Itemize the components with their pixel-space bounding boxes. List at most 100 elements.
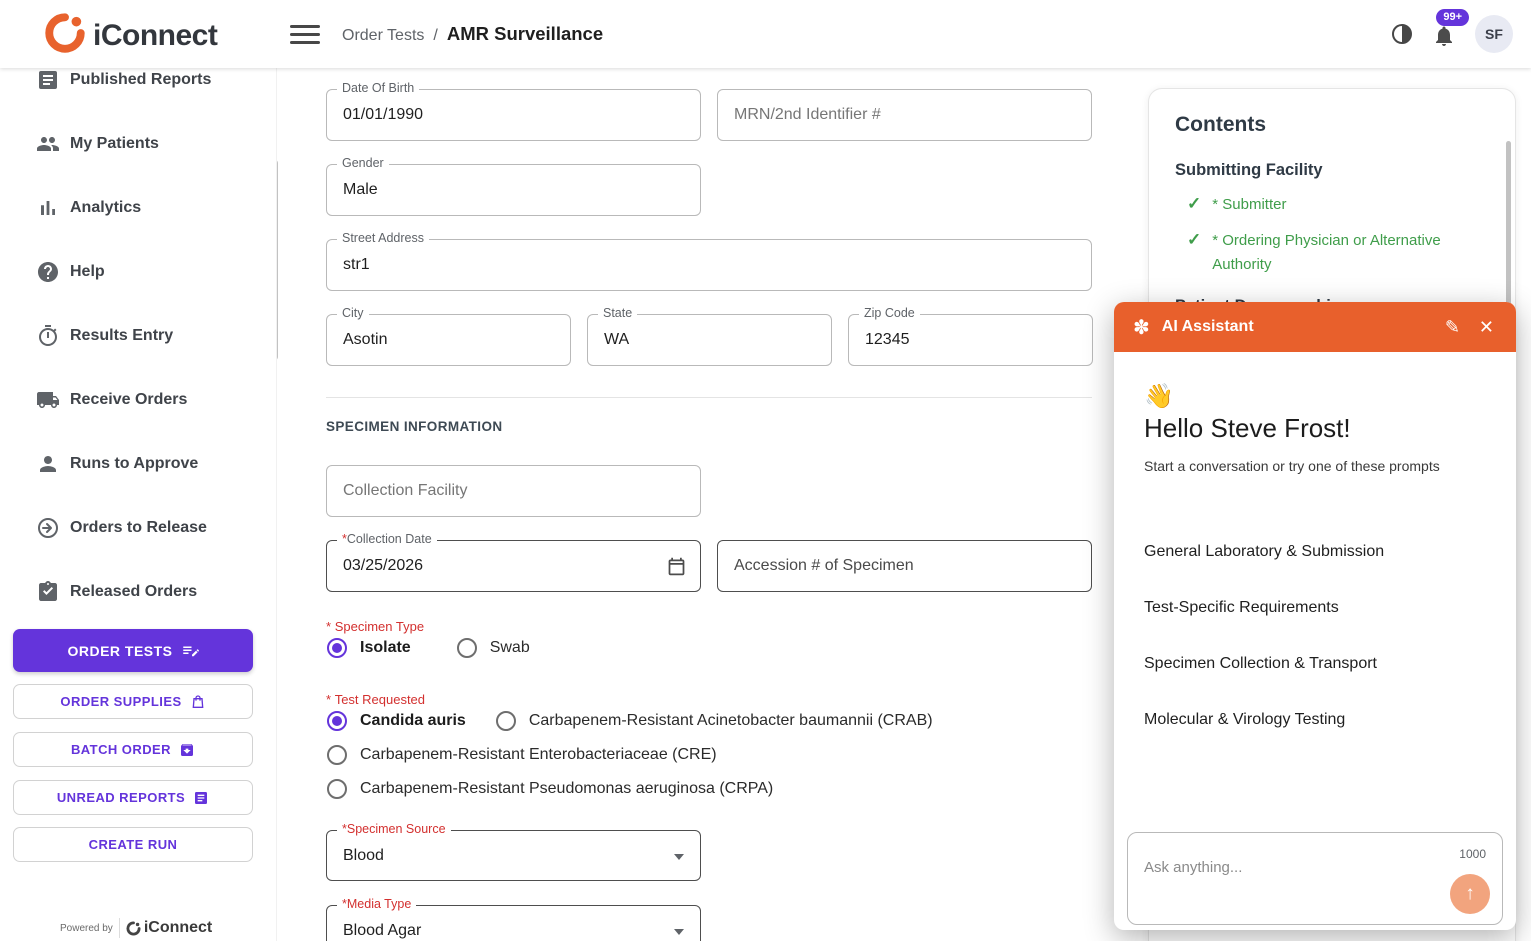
ai-chat-input[interactable]: 1000 Ask anything... ↑ [1127,832,1503,925]
ai-subtitle: Start a conversation or try one of these… [1144,458,1440,474]
gender-label: Gender [337,156,389,170]
person-icon [36,452,60,476]
chevron-down-icon [674,929,684,935]
media-type-value: Blood Agar [343,922,421,940]
radio-unselected-icon [327,779,347,799]
date-of-birth-field[interactable]: Date Of Birth 01/01/1990 [326,89,701,141]
check-icon: ✓ [1187,229,1201,251]
street-address-field[interactable]: Street Address str1 [326,239,1092,291]
ai-send-button[interactable]: ↑ [1450,874,1490,914]
test-requested-group-label: * Test Requested [326,692,425,707]
app-logo-text: iConnect [93,19,217,53]
accession-number-placeholder: Accession # of Specimen [734,557,914,575]
collection-date-field[interactable]: *Collection Date 03/25/2026 [326,540,701,592]
breadcrumb-parent[interactable]: Order Tests [342,27,424,45]
sidebar-item-analytics[interactable]: Analytics [0,176,276,240]
ai-prompt-test-specific[interactable]: Test-Specific Requirements [1144,599,1339,617]
sidebar-item-results-entry[interactable]: Results Entry [0,304,276,368]
radio-label: Candida auris [360,712,466,730]
collection-facility-field[interactable]: Collection Facility [326,465,701,517]
footer-divider [119,918,120,938]
order-supplies-label: ORDER SUPPLIES [60,694,181,709]
city-value: Asotin [343,331,387,349]
footer-logo-text: iConnect [144,919,212,937]
sidebar-item-label: Released Orders [70,583,197,601]
state-label: State [598,306,637,320]
radio-isolate[interactable]: Isolate [327,638,411,658]
zip-code-field[interactable]: Zip Code 12345 [848,314,1093,366]
radio-candida-auris[interactable]: Candida auris [327,711,466,731]
check-icon: ✓ [1187,193,1201,215]
calendar-icon[interactable] [666,556,687,582]
ai-close-icon[interactable]: ✕ [1479,316,1494,338]
radio-crab[interactable]: Carbapenem-Resistant Acinetobacter bauma… [496,711,933,731]
sidebar-item-runs-to-approve[interactable]: Runs to Approve [0,432,276,496]
specimen-source-select[interactable]: *Specimen Source Blood [326,830,701,881]
archive-icon [179,742,195,758]
gender-field[interactable]: Gender Male [326,164,701,216]
footer-logo: iConnect [126,919,212,937]
mrn-field[interactable]: MRN/2nd Identifier # [717,89,1092,141]
radio-crpa[interactable]: Carbapenem-Resistant Pseudomonas aerugin… [327,779,773,799]
unread-reports-button[interactable]: UNREAD REPORTS [13,780,253,815]
media-type-label: *Media Type [337,897,416,911]
zip-code-label: Zip Code [859,306,920,320]
mrn-placeholder: MRN/2nd Identifier # [734,106,881,124]
ai-edit-icon[interactable]: ✎ [1445,316,1460,338]
menu-hamburger-icon[interactable] [290,25,320,44]
section-divider [326,397,1092,398]
sidebar-item-released-orders[interactable]: Released Orders [0,560,276,624]
radio-unselected-icon [457,638,477,658]
wave-emoji: 👋 [1144,382,1174,411]
people-icon [36,132,60,156]
radio-label: Carbapenem-Resistant Acinetobacter bauma… [529,712,933,730]
city-label: City [337,306,369,320]
top-header: iConnect Order Tests / AMR Surveillance … [0,0,1531,68]
sidebar-item-receive-orders[interactable]: Receive Orders [0,368,276,432]
order-supplies-button[interactable]: ORDER SUPPLIES [13,684,253,719]
user-avatar[interactable]: SF [1475,15,1513,53]
order-tests-button[interactable]: ORDER TESTS [13,629,253,672]
notifications-bell-icon[interactable] [1432,24,1456,48]
contents-item-submitter[interactable]: ✓ * Submitter [1187,193,1480,217]
radio-unselected-icon [496,711,516,731]
ai-flower-icon: ✽ [1133,315,1150,340]
street-address-label: Street Address [337,231,429,245]
radio-cre[interactable]: Carbapenem-Resistant Enterobacteriaceae … [327,745,717,765]
city-field[interactable]: City Asotin [326,314,571,366]
test-requested-row-3: Carbapenem-Resistant Pseudomonas aerugin… [327,779,773,799]
zip-code-value: 12345 [865,331,910,349]
radio-swab[interactable]: Swab [457,638,530,658]
sidebar-item-help[interactable]: Help [0,240,276,304]
create-run-button[interactable]: CREATE RUN [13,827,253,862]
batch-order-button[interactable]: BATCH ORDER [13,732,253,767]
sidebar-item-published-reports[interactable]: Published Reports [0,68,276,112]
radio-unselected-icon [327,745,347,765]
ai-prompt-molecular-virology[interactable]: Molecular & Virology Testing [1144,711,1345,729]
breadcrumb-separator: / [433,27,437,45]
specimen-information-heading: SPECIMEN INFORMATION [326,419,503,434]
ai-greeting: Hello Steve Frost! [1144,413,1351,444]
sidebar-item-label: My Patients [70,135,159,153]
accession-number-field[interactable]: Accession # of Specimen [717,540,1092,592]
notifications-count-badge: 99+ [1436,9,1469,26]
radio-label: Isolate [360,639,411,657]
ai-assistant-panel: ✽ AI Assistant ✎ ✕ 👋 Hello Steve Frost! … [1114,302,1516,930]
contents-item-label: * Ordering Physician or Alternative Auth… [1212,229,1480,277]
state-field[interactable]: State WA [587,314,832,366]
sidebar-item-label: Receive Orders [70,391,187,409]
collection-date-label: *Collection Date [337,532,437,546]
date-of-birth-label: Date Of Birth [337,81,419,95]
ai-prompt-specimen-collection[interactable]: Specimen Collection & Transport [1144,655,1377,673]
sidebar-item-label: Analytics [70,199,141,217]
bar-chart-icon [36,196,60,220]
sidebar-item-orders-to-release[interactable]: Orders to Release [0,496,276,560]
contents-item-ordering-physician[interactable]: ✓ * Ordering Physician or Alternative Au… [1187,229,1480,277]
sidebar-item-my-patients[interactable]: My Patients [0,112,276,176]
ai-assistant-header: ✽ AI Assistant ✎ ✕ [1114,302,1516,352]
street-address-value: str1 [343,256,370,274]
ai-prompt-general-laboratory[interactable]: General Laboratory & Submission [1144,543,1384,561]
order-tests-label: ORDER TESTS [67,643,172,659]
theme-contrast-icon[interactable] [1390,22,1414,46]
media-type-select[interactable]: *Media Type Blood Agar [326,905,701,941]
